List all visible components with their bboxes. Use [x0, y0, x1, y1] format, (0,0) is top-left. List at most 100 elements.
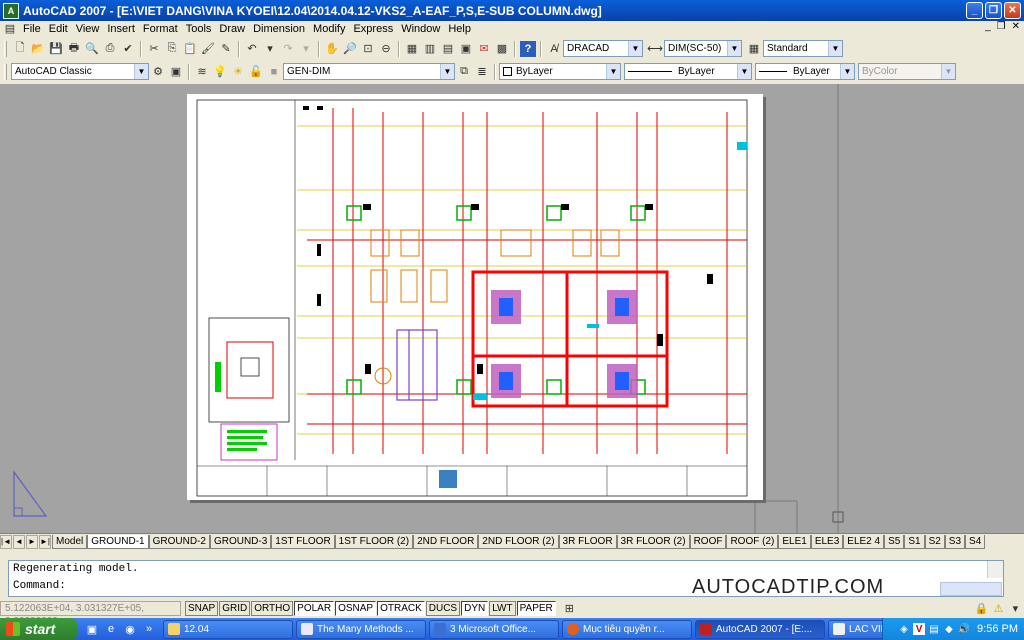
zoom-realtime-icon[interactable]: 🔎 — [342, 41, 358, 57]
tab-2nd-floor[interactable]: 2ND FLOOR — [413, 534, 479, 549]
cut-icon[interactable]: ✂ — [146, 41, 162, 57]
my-workspace-icon[interactable]: ▣ — [168, 64, 184, 80]
table-style-icon[interactable]: ▦ — [746, 41, 762, 57]
taskbar-item[interactable]: 12.04 — [163, 619, 293, 639]
tab-3r-floor[interactable]: 3R FLOOR — [558, 534, 617, 549]
command-scrollbar[interactable] — [987, 561, 1003, 578]
tab-3r-floor-2[interactable]: 3R FLOOR (2) — [616, 534, 690, 549]
layer-previous-icon[interactable]: ≣ — [474, 64, 490, 80]
last-tab-icon[interactable]: ►| — [39, 534, 51, 549]
lock-toolbar-icon[interactable]: 🔒 — [974, 601, 989, 617]
doc-minimize-button[interactable]: _ — [985, 21, 991, 32]
snap-toggle[interactable]: SNAP — [185, 601, 219, 616]
tab-s4[interactable]: S4 — [965, 534, 986, 549]
toolbar-grip[interactable] — [4, 40, 7, 57]
quickcalc-icon[interactable]: ▩ — [494, 41, 510, 57]
communication-center-icon[interactable]: ⚠ — [991, 601, 1006, 617]
menu-window[interactable]: Window — [397, 23, 444, 35]
menu-tools[interactable]: Tools — [182, 23, 216, 35]
chevron-down-icon[interactable]: ▼ — [727, 41, 741, 56]
taskbar-item[interactable]: Mục tiêu quyền r... — [562, 619, 692, 639]
menu-format[interactable]: Format — [139, 23, 182, 35]
unikey-icon[interactable]: V — [913, 623, 926, 635]
menu-draw[interactable]: Draw — [215, 23, 249, 35]
lwt-toggle[interactable]: LWT — [489, 601, 516, 616]
show-desktop-icon[interactable]: ▣ — [84, 621, 100, 637]
layer-on-icon[interactable]: 💡 — [212, 64, 228, 80]
redo-icon[interactable]: ↷ — [280, 41, 296, 57]
workspace-select[interactable]: AutoCAD Classic ▼ — [11, 63, 149, 80]
ortho-toggle[interactable]: ORTHO — [251, 601, 294, 616]
publish-icon[interactable]: ⎙ — [102, 41, 118, 57]
autocad-app-icon[interactable]: A — [3, 2, 19, 19]
make-current-layer-icon[interactable]: ⧉ — [456, 64, 472, 80]
spellcheck-icon[interactable]: ✔ — [120, 41, 136, 57]
start-button[interactable]: start — [0, 618, 78, 640]
layer-freeze-icon[interactable]: ☀ — [230, 64, 246, 80]
menu-express[interactable]: Express — [349, 23, 397, 35]
chevron-down-icon[interactable]: ▼ — [737, 64, 751, 79]
quick-launch-more-icon[interactable]: » — [141, 621, 157, 637]
menu-dimension[interactable]: Dimension — [249, 23, 309, 35]
open-icon[interactable]: 📂 — [30, 41, 46, 57]
maximize-button[interactable]: ❐ — [985, 2, 1002, 19]
chevron-down-icon[interactable]: ▼ — [840, 64, 854, 79]
minimize-button[interactable]: _ — [966, 2, 983, 19]
layer-select[interactable]: GEN-DIM ▼ — [283, 63, 455, 80]
tab-ground-3[interactable]: GROUND-3 — [209, 534, 272, 549]
menu-help[interactable]: Help — [444, 23, 475, 35]
text-style-select[interactable]: DRACAD ▼ — [563, 40, 643, 57]
toolbar-grip[interactable] — [4, 63, 7, 80]
antivirus-icon[interactable]: ◆ — [943, 623, 955, 635]
tab-model[interactable]: Model — [52, 534, 88, 549]
tab-ele1[interactable]: ELE1 — [778, 534, 811, 549]
color-select[interactable]: ByLayer ▼ — [499, 63, 621, 80]
document-icon[interactable]: ▤ — [2, 21, 18, 37]
volume-icon[interactable]: 🔊 — [958, 623, 970, 635]
drawing-area[interactable] — [0, 84, 1024, 533]
properties-icon[interactable]: ▦ — [404, 41, 420, 57]
tool-palettes-icon[interactable]: ▤ — [440, 41, 456, 57]
doc-close-button[interactable]: ✕ — [1012, 21, 1020, 32]
chevron-down-icon[interactable]: ▼ — [134, 64, 148, 79]
layer-color-icon[interactable]: ■ — [266, 64, 282, 80]
maximize-viewport-icon[interactable]: ⊞ — [562, 601, 577, 617]
status-menu-icon[interactable]: ▾ — [1008, 601, 1023, 617]
chevron-down-icon[interactable]: ▼ — [628, 41, 642, 56]
undo-icon[interactable]: ↶ — [244, 41, 260, 57]
network-icon[interactable]: ▤ — [928, 623, 940, 635]
menu-file[interactable]: File — [19, 23, 45, 35]
tab-s5[interactable]: S5 — [884, 534, 905, 549]
redo-dropdown-icon[interactable]: ▾ — [298, 41, 314, 57]
polar-toggle[interactable]: POLAR — [294, 601, 335, 616]
menu-edit[interactable]: Edit — [45, 23, 72, 35]
table-style-select[interactable]: Standard ▼ — [763, 40, 843, 57]
first-tab-icon[interactable]: |◄ — [0, 534, 12, 549]
dyn-toggle[interactable]: DYN — [461, 601, 489, 616]
tab-1st-floor-2[interactable]: 1ST FLOOR (2) — [334, 534, 414, 549]
chevron-down-icon[interactable]: ▼ — [828, 41, 842, 56]
ducs-toggle[interactable]: DUCS — [425, 601, 461, 616]
tab-ele2-4[interactable]: ELE2 4 — [843, 534, 885, 549]
tab-roof-2[interactable]: ROOF (2) — [726, 534, 779, 549]
next-tab-icon[interactable]: ► — [26, 534, 38, 549]
dim-style-icon[interactable]: ⟷ — [647, 41, 663, 57]
linetype-select[interactable]: ByLayer ▼ — [624, 63, 752, 80]
tab-2nd-floor-2[interactable]: 2ND FLOOR (2) — [478, 534, 559, 549]
plot-icon[interactable]: 🖶 — [66, 41, 82, 57]
help-icon[interactable]: ? — [520, 40, 536, 57]
tab-1st-floor[interactable]: 1ST FLOOR — [271, 534, 335, 549]
save-icon[interactable]: 💾 — [48, 41, 64, 57]
dim-style-select[interactable]: DIM(SC-50) ▼ — [664, 40, 742, 57]
paste-icon[interactable]: 📋 — [182, 41, 198, 57]
taskbar-item-active[interactable]: AutoCAD 2007 - [E:... — [695, 619, 825, 639]
design-center-icon[interactable]: ▥ — [422, 41, 438, 57]
tab-ground-2[interactable]: GROUND-2 — [148, 534, 210, 549]
sheet-set-manager-icon[interactable]: ▣ — [458, 41, 474, 57]
chevron-down-icon[interactable]: ▼ — [606, 64, 620, 79]
menu-insert[interactable]: Insert — [103, 23, 139, 35]
chevron-down-icon[interactable]: ▼ — [440, 64, 454, 79]
paper-toggle[interactable]: PAPER — [516, 601, 556, 616]
otrack-toggle[interactable]: OTRACK — [377, 601, 425, 616]
match-properties-icon[interactable]: 🖌 — [200, 41, 216, 57]
